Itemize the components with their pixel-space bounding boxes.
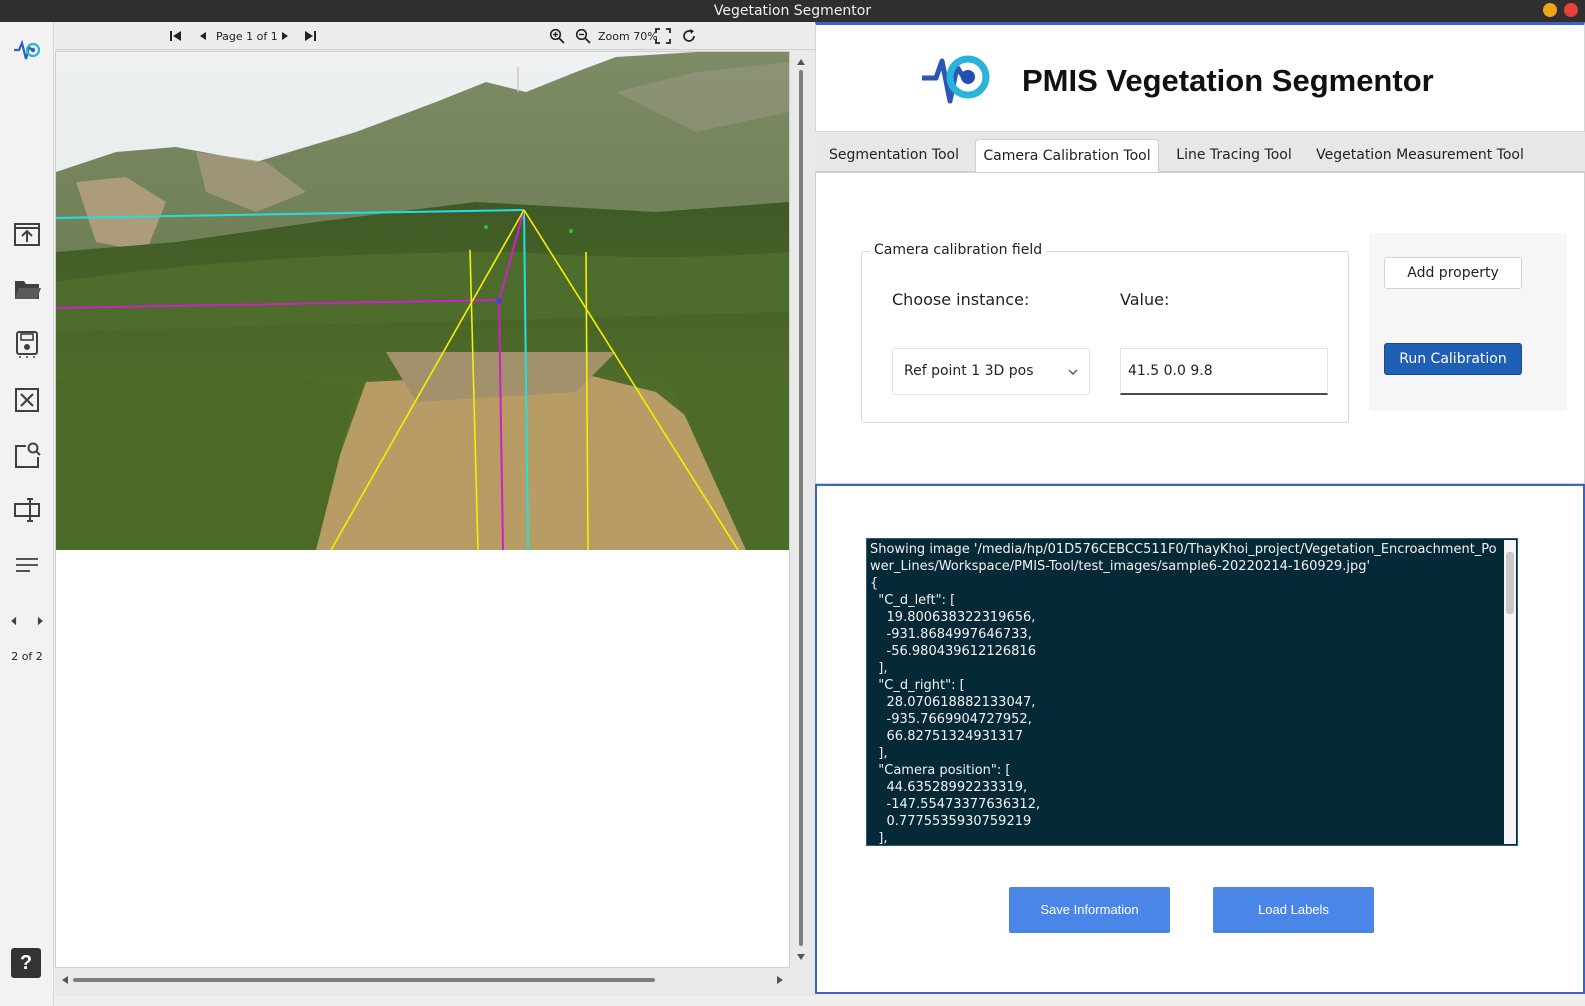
app-title: PMIS Vegetation Segmentor	[1022, 63, 1434, 98]
save-icon[interactable]	[9, 326, 45, 362]
app-header: PMIS Vegetation Segmentor	[815, 22, 1585, 132]
calibration-actions: Add property Run Calibration	[1369, 233, 1567, 411]
choose-instance-label: Choose instance:	[892, 290, 1030, 309]
group-title: Camera calibration field	[870, 242, 1047, 258]
previous-image-icon[interactable]	[4, 603, 24, 639]
open-folder-icon[interactable]	[9, 271, 45, 307]
load-labels-button[interactable]: Load Labels	[1213, 887, 1374, 933]
left-sidebar: 2 of 2 ?	[0, 22, 54, 1006]
image-viewer: Page 1 of 1 Zoom 70%	[55, 22, 815, 996]
tab-camera-calibration-tool[interactable]: Camera Calibration Tool	[975, 139, 1159, 172]
minimize-button[interactable]	[1543, 3, 1557, 17]
list-lines-icon[interactable]	[9, 547, 45, 583]
tool-tabs: Segmentation Tool Camera Calibration Too…	[815, 132, 1585, 172]
tab-vegetation-measurement-tool[interactable]: Vegetation Measurement Tool	[1311, 139, 1529, 172]
app-logo-icon	[9, 32, 45, 68]
camera-calibration-panel: Camera calibration field Choose instance…	[815, 172, 1585, 484]
instance-select[interactable]: Ref point 1 3D pos	[892, 348, 1090, 395]
app-logo-icon	[920, 47, 996, 109]
zoom-in-icon[interactable]	[549, 27, 565, 45]
output-panel: Showing image '/media/hp/01D576CEBCC511F…	[815, 484, 1585, 994]
previous-page-icon[interactable]	[195, 27, 211, 45]
vertical-scrollbar[interactable]	[795, 56, 807, 964]
instance-select-value: Ref point 1 3D pos	[904, 363, 1034, 379]
close-file-icon[interactable]	[9, 382, 45, 418]
output-console[interactable]: Showing image '/media/hp/01D576CEBCC511F…	[866, 538, 1518, 846]
tab-segmentation-tool[interactable]: Segmentation Tool	[823, 139, 965, 172]
image-page-indicator: 2 of 2	[11, 650, 43, 663]
viewer-toolbar: Page 1 of 1 Zoom 70%	[55, 22, 815, 50]
help-icon[interactable]: ?	[11, 948, 41, 978]
save-information-button[interactable]: Save Information	[1009, 887, 1170, 933]
document-page	[55, 51, 790, 968]
tab-line-tracing-tool[interactable]: Line Tracing Tool	[1169, 139, 1299, 172]
value-label: Value:	[1120, 290, 1170, 309]
calibration-image[interactable]	[56, 52, 789, 550]
chevron-down-icon	[1068, 369, 1078, 375]
horizontal-scrollbar[interactable]	[59, 972, 787, 986]
first-page-icon[interactable]	[168, 27, 184, 45]
console-scrollbar[interactable]	[1504, 540, 1516, 844]
rotate-icon[interactable]	[681, 27, 697, 45]
text-cursor-icon[interactable]	[9, 492, 45, 528]
zoom-label: Zoom 70%	[598, 29, 658, 43]
title-bar: Vegetation Segmentor	[0, 0, 1585, 22]
app-window: Vegetation Segmentor 2 of 2 ? Page 1 of …	[0, 0, 1585, 1006]
tool-panel: PMIS Vegetation Segmentor Segmentation T…	[815, 22, 1585, 1006]
page-label: Page 1 of 1	[216, 29, 278, 43]
search-document-icon[interactable]	[9, 437, 45, 473]
window-title: Vegetation Segmentor	[713, 3, 872, 19]
upload-icon[interactable]	[9, 216, 45, 252]
add-property-button[interactable]: Add property	[1384, 257, 1522, 289]
fit-to-window-icon[interactable]	[655, 27, 671, 45]
next-page-icon[interactable]	[277, 27, 293, 45]
zoom-out-icon[interactable]	[575, 27, 591, 45]
close-window-button[interactable]	[1564, 3, 1578, 17]
last-page-icon[interactable]	[302, 27, 318, 45]
value-field[interactable]	[1120, 348, 1328, 395]
camera-calibration-group: Camera calibration field Choose instance…	[861, 242, 1349, 423]
run-calibration-button[interactable]: Run Calibration	[1384, 343, 1522, 375]
console-scroll-thumb[interactable]	[1506, 552, 1514, 614]
next-image-icon[interactable]	[30, 603, 50, 639]
